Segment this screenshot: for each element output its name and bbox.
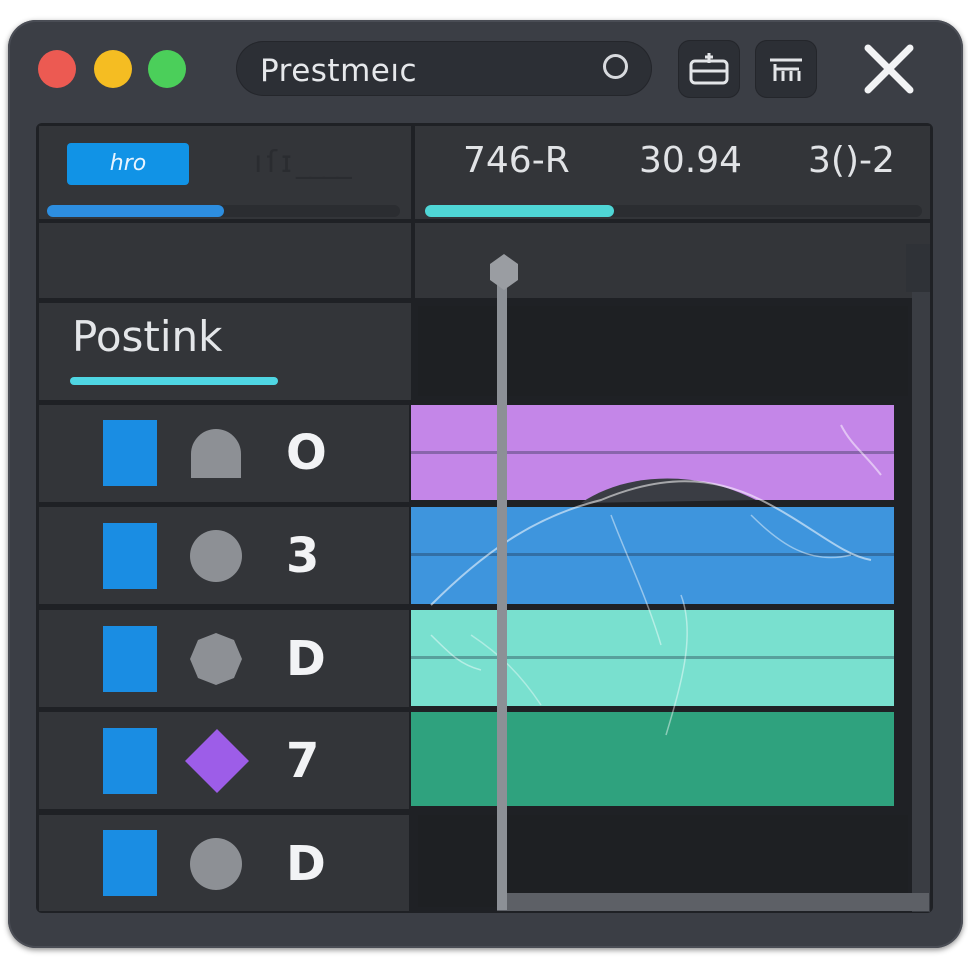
circle-icon[interactable] (603, 54, 628, 79)
right-progress-bar (425, 205, 922, 217)
stat-value-2: 30.94 (639, 140, 743, 181)
playhead-line[interactable] (497, 285, 507, 910)
right-progress-fill (425, 205, 614, 217)
settings-icon (770, 58, 802, 81)
dome-icon (191, 429, 241, 478)
window-title: Prestmeıc (260, 53, 418, 89)
left-progress-bar (47, 205, 400, 217)
export-icon (689, 53, 729, 85)
layer-color-swatch[interactable] (103, 420, 157, 486)
layer-color-swatch[interactable] (103, 523, 157, 589)
section-track-empty (418, 306, 908, 396)
layer-label: D (286, 836, 326, 892)
layer-label: D (286, 631, 326, 687)
scrollbar-thumb[interactable] (906, 244, 930, 292)
section-title: Postink (72, 312, 223, 361)
stat-value-3: 3()-2 (808, 140, 895, 181)
close-window-button[interactable] (38, 50, 76, 88)
horizontal-scrollbar[interactable] (497, 893, 929, 911)
stat-value-1: 746-R (463, 140, 570, 181)
close-icon[interactable] (862, 42, 916, 96)
layer-label: 3 (286, 528, 320, 584)
export-button[interactable] (678, 40, 740, 98)
circle-icon (190, 633, 242, 685)
playhead-handle[interactable] (484, 252, 524, 292)
section-underline (70, 377, 278, 385)
title-field[interactable]: Prestmeıc (236, 41, 652, 96)
waveform-overlay (430, 424, 882, 736)
maximize-window-button[interactable] (148, 50, 186, 88)
left-progress-fill (47, 205, 224, 217)
settings-button[interactable] (755, 40, 817, 98)
minimize-window-button[interactable] (94, 50, 132, 88)
diamond-icon (185, 729, 249, 793)
mode-chip[interactable]: hro (67, 143, 189, 185)
layer-label: 7 (286, 733, 320, 789)
circle-icon (190, 838, 242, 890)
layer-color-swatch[interactable] (103, 830, 157, 896)
circle-icon (190, 530, 242, 582)
layer-color-swatch[interactable] (103, 626, 157, 692)
layer-color-swatch[interactable] (103, 728, 157, 794)
empty-left-cell (39, 223, 411, 298)
ghost-label: ıſɪ_ ̲ ̲ ̲ (254, 145, 356, 180)
vertical-scrollbar[interactable] (912, 244, 930, 912)
layer-label: O (286, 425, 327, 481)
